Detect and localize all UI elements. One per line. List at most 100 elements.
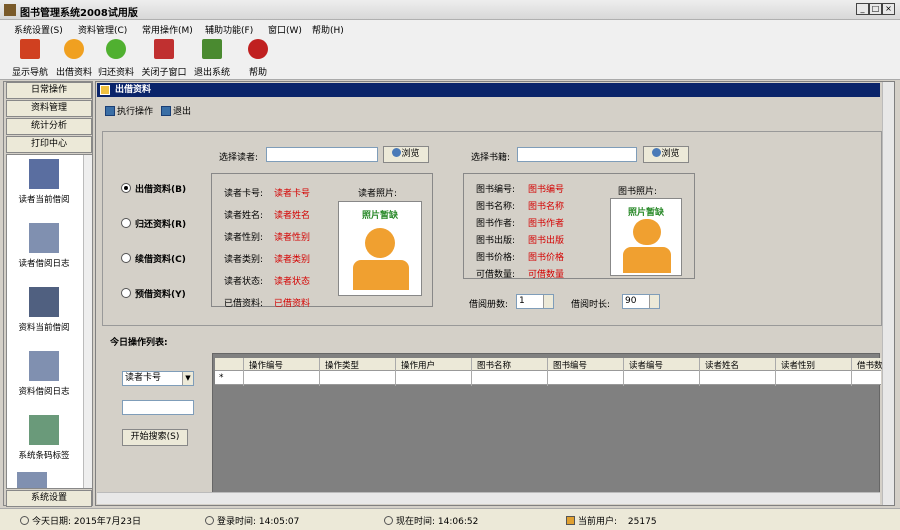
reader-gender-label: 读者性别: (224, 233, 264, 243)
search-field-select[interactable]: 读者卡号 ▼ (122, 371, 194, 386)
book-photo-label: 图书照片: (618, 187, 658, 197)
radio-borrow[interactable] (121, 183, 131, 193)
radio-renew[interactable] (121, 253, 131, 263)
book-author-value: 图书作者 (528, 219, 565, 229)
col-reader-gender[interactable]: 读者性别 (781, 359, 815, 371)
borrow-count-spinner[interactable]: 1 (516, 294, 554, 309)
nav-item-reader-log[interactable]: 读者借阅日志 (7, 223, 81, 269)
borrow-form: 选择读者: 浏览 选择书籍: 浏览 出借资料(B) 归还资料(R) 续借资料(C… (102, 131, 882, 326)
book-name-value: 图书名称 (528, 202, 565, 212)
menu-common-operations[interactable]: 常用操作(M) (142, 23, 193, 36)
col-operation-type[interactable]: 操作类型 (325, 359, 359, 371)
select-reader-label: 选择读者: (219, 153, 259, 163)
clock-icon (205, 516, 214, 525)
book-borrow-icon (29, 287, 59, 317)
app-icon (4, 4, 16, 16)
nav-section-daily[interactable]: 日常操作 (6, 82, 92, 99)
col-book-id[interactable]: 图书编号 (553, 359, 587, 371)
nav-section-statistics[interactable]: 统计分析 (6, 118, 92, 135)
start-search-button[interactable]: 开始搜索(S) (122, 429, 188, 446)
execute-button[interactable]: 执行操作 (105, 104, 153, 117)
minimize-button[interactable]: _ (856, 3, 869, 15)
book-id-value: 图书编号 (528, 185, 565, 195)
borrow-button[interactable]: 出借资料 (54, 39, 94, 78)
browse-book-button[interactable]: 浏览 (643, 146, 689, 163)
spinner-arrows-icon[interactable] (649, 295, 659, 308)
menu-system-settings[interactable]: 系统设置(S) (14, 23, 63, 36)
return-button[interactable]: 归还资料 (96, 39, 136, 78)
book-name-label: 图书名称: (476, 202, 516, 212)
reader-input[interactable] (266, 147, 378, 162)
exit-icon (202, 39, 222, 59)
col-operation-id[interactable]: 操作编号 (249, 359, 283, 371)
col-borrow-count[interactable]: 借书数 (857, 359, 883, 371)
exit-icon (161, 106, 171, 116)
radio-reserve[interactable] (121, 288, 131, 298)
grid-header: 操作编号 操作类型 操作用户 图书名称 图书编号 读者编号 读者姓名 读者性别 … (215, 358, 883, 371)
nav-item-barcode-label[interactable]: 系统条码标签 (7, 415, 81, 461)
menu-bar: 系统设置(S) 资料管理(C) 常用操作(M) 辅助功能(F) 窗口(W) 帮助… (0, 20, 900, 37)
col-book-name[interactable]: 图书名称 (477, 359, 511, 371)
window-title: 图书管理系统2008试用版 (20, 8, 138, 19)
exit-button[interactable]: 退出 (161, 104, 191, 117)
available-value: 可借数量 (528, 270, 565, 280)
left-navigation: 日常操作 资料管理 统计分析 打印中心 读者当前借阅 读者借阅日志 资料当前借阅… (3, 81, 93, 507)
help-button[interactable]: 帮助 (238, 39, 278, 78)
horizontal-scrollbar[interactable] (97, 492, 880, 504)
col-operation-user[interactable]: 操作用户 (401, 359, 435, 371)
book-author-label: 图书作者: (476, 219, 516, 229)
borrowed-value: 已借资料 (274, 299, 311, 309)
partial-icon (17, 472, 47, 488)
reader-gender-value: 读者性别 (274, 233, 311, 243)
reader-type-label: 读者类别: (224, 255, 264, 265)
toolbar: 显示导航 出借资料 归还资料 关闭子窗口 退出系统 帮助 (0, 37, 900, 80)
nav-item-reader-borrow[interactable]: 读者当前借阅 (7, 159, 81, 205)
reader-borrow-icon (29, 159, 59, 189)
clock-icon (384, 516, 393, 525)
book-log-icon (29, 351, 59, 381)
col-reader-id[interactable]: 读者编号 (629, 359, 663, 371)
borrow-period-spinner[interactable]: 90 (622, 294, 660, 309)
book-id-label: 图书编号: (476, 185, 516, 195)
chevron-down-icon[interactable]: ▼ (182, 372, 193, 385)
browse-reader-button[interactable]: 浏览 (383, 146, 429, 163)
login-time: 登录时间: 14:05:07 (205, 514, 299, 527)
nav-scrollbar[interactable] (83, 155, 92, 488)
menu-help[interactable]: 帮助(H) (312, 23, 344, 36)
plus-circle-icon (106, 39, 126, 59)
borrowed-label: 已借资料: (224, 299, 264, 309)
borrow-subwindow: 出借资料 执行操作 退出 选择读者: 浏览 选择书籍: 浏览 出借资料(B) 归… (95, 81, 895, 506)
close-subwindow-button[interactable]: 关闭子窗口 (140, 39, 188, 78)
reader-card-label: 读者卡号: (224, 189, 264, 199)
subwindow-toolbar: 执行操作 退出 (97, 100, 880, 122)
book-input[interactable] (517, 147, 637, 162)
spinner-arrows-icon[interactable] (543, 295, 553, 308)
col-reader-name[interactable]: 读者姓名 (705, 359, 739, 371)
menu-data-management[interactable]: 资料管理(C) (78, 23, 127, 36)
today-list-label: 今日操作列表: (110, 338, 168, 348)
maximize-button[interactable]: □ (869, 3, 882, 15)
reader-name-label: 读者姓名: (224, 211, 264, 221)
nav-section-system-settings[interactable]: 系统设置 (6, 490, 92, 507)
nav-item-book-borrow[interactable]: 资料当前借阅 (7, 287, 81, 333)
grid-new-row[interactable]: * (215, 371, 881, 385)
status-bar: 今天日期: 2015年7月23日 登录时间: 14:05:07 现在时间: 14… (0, 508, 900, 530)
nav-item-book-log[interactable]: 资料借阅日志 (7, 351, 81, 397)
reader-name-value: 读者姓名 (274, 211, 311, 221)
show-nav-button[interactable]: 显示导航 (10, 39, 50, 78)
search-input[interactable] (122, 400, 194, 415)
menu-auxiliary[interactable]: 辅助功能(F) (205, 23, 253, 36)
menu-window[interactable]: 窗口(W) (268, 23, 302, 36)
close-button[interactable]: × (882, 3, 895, 15)
user-icon (566, 516, 575, 525)
exit-system-button[interactable]: 退出系统 (192, 39, 232, 78)
borrow-count-label: 借阅册数: (469, 300, 509, 310)
nav-section-print[interactable]: 打印中心 (6, 136, 92, 153)
vertical-scrollbar[interactable] (882, 82, 894, 505)
book-photo: 照片暂缺 (610, 198, 682, 276)
radio-return[interactable] (121, 218, 131, 228)
nav-section-data[interactable]: 资料管理 (6, 100, 92, 117)
book-price-label: 图书价格: (476, 253, 516, 263)
title-bar: 图书管理系统2008试用版 _ □ × (0, 0, 900, 20)
minus-circle-icon (64, 39, 84, 59)
